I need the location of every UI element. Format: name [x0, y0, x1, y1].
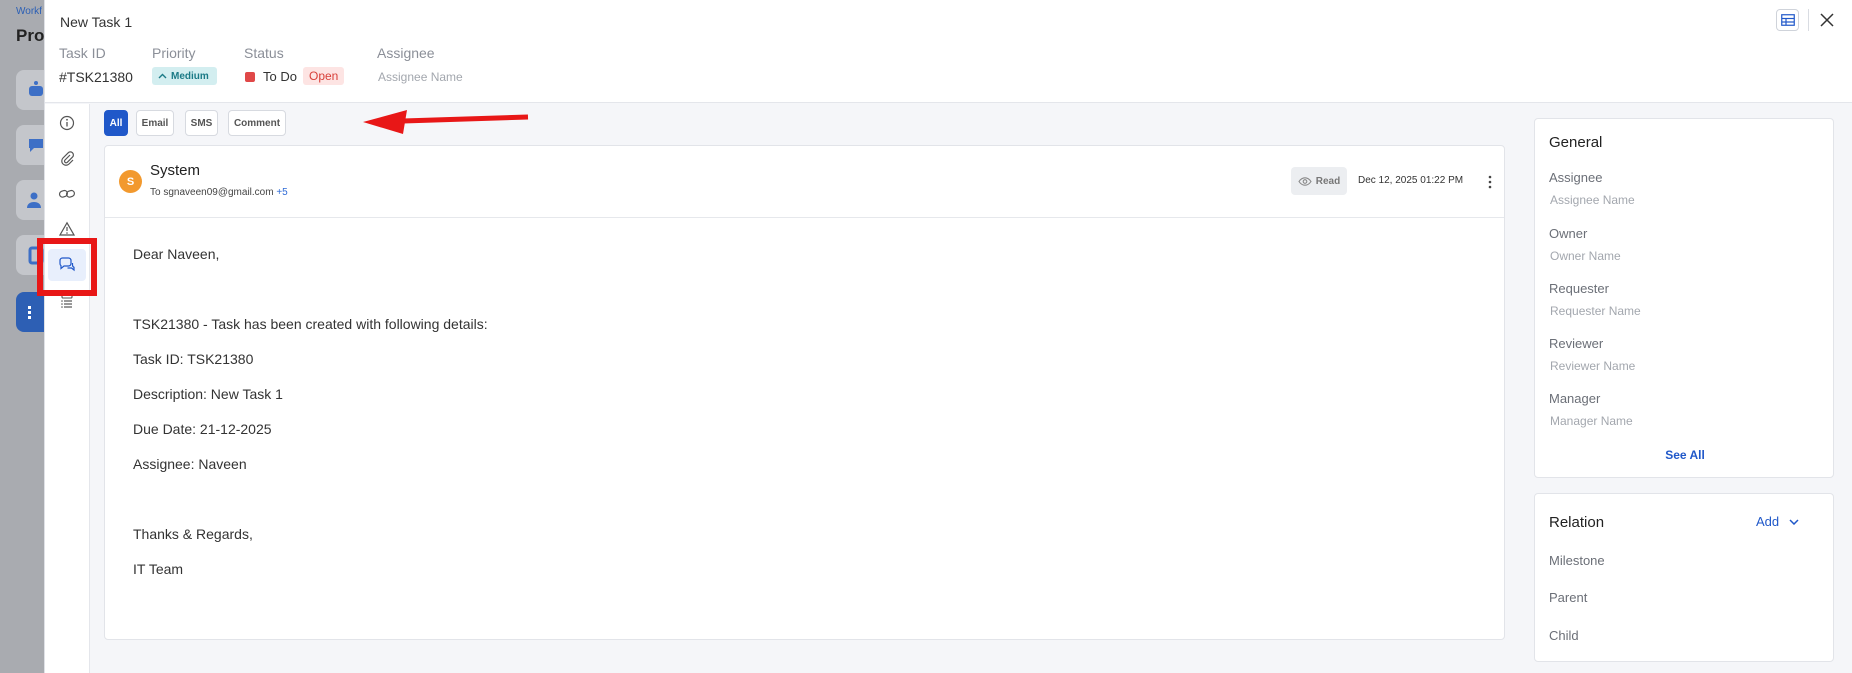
info-icon — [59, 115, 75, 131]
message-body: Dear Naveen, TSK21380 - Task has been cr… — [133, 245, 488, 595]
message-line — [133, 280, 488, 315]
background-breadcrumb: Workf — [16, 6, 42, 17]
assignee-label: Assignee — [377, 45, 435, 61]
general-requester-field[interactable]: Requester Name — [1550, 304, 1641, 318]
table-icon — [1780, 14, 1795, 26]
tab-all[interactable]: All — [104, 110, 128, 136]
message-line: Task ID: TSK21380 — [133, 351, 254, 367]
general-reviewer-label: Reviewer — [1549, 336, 1604, 351]
general-reviewer-field[interactable]: Reviewer Name — [1550, 359, 1635, 373]
relation-panel: Relation Add Milestone Parent Child — [1534, 493, 1834, 662]
background-clipboard-icon — [16, 235, 44, 275]
status-label: Status — [244, 45, 284, 61]
priority-label: Priority — [152, 45, 196, 61]
message-line: Assignee: Naveen — [133, 456, 247, 472]
rail-item-info[interactable] — [48, 107, 86, 139]
tab-email[interactable]: Email — [136, 110, 174, 136]
status-value[interactable]: To Do — [263, 69, 297, 84]
priority-badge[interactable]: Medium — [152, 67, 217, 85]
relation-parent-label: Parent — [1549, 590, 1588, 605]
close-button[interactable] — [1816, 9, 1838, 31]
message-sender: System — [150, 162, 201, 179]
see-all-link[interactable]: See All — [1535, 448, 1835, 462]
relation-child-label: Child — [1549, 628, 1579, 643]
chat-icon — [59, 257, 75, 272]
kebab-icon — [1488, 175, 1492, 189]
status-badge: Open — [303, 67, 345, 85]
message-recipients: To sgnaveen09@gmail.com +5 — [150, 187, 288, 198]
add-relation-button[interactable]: Add — [1756, 514, 1799, 529]
to-email: sgnaveen09@gmail.com — [163, 187, 274, 198]
message-menu-button[interactable] — [1485, 172, 1495, 192]
general-manager-field[interactable]: Manager Name — [1550, 414, 1633, 428]
rail-item-alerts[interactable] — [48, 213, 86, 245]
rail-item-attachments[interactable] — [48, 142, 86, 174]
general-panel: General Assignee Assignee Name Owner Own… — [1534, 118, 1834, 478]
background-list-icon — [16, 292, 44, 332]
avatar: S — [119, 170, 142, 193]
message-header: S System To sgnaveen09@gmail.com +5 Read… — [105, 146, 1504, 218]
warning-icon — [59, 221, 75, 236]
table-view-button[interactable] — [1776, 9, 1799, 31]
chevron-down-icon — [1789, 518, 1799, 525]
message-line: Description: New Task 1 — [133, 386, 283, 402]
background-users-icon — [16, 180, 44, 220]
message-line: Dear Naveen, — [133, 246, 220, 262]
general-owner-field[interactable]: Owner Name — [1550, 249, 1621, 263]
annotation-arrow-icon — [363, 110, 529, 134]
rail-item-activity[interactable] — [48, 285, 86, 317]
header-divider — [1808, 9, 1809, 31]
side-rail — [45, 104, 90, 673]
relation-title: Relation — [1549, 514, 1605, 531]
general-assignee-field[interactable]: Assignee Name — [1550, 193, 1635, 207]
assignee-field[interactable]: Assignee Name — [378, 70, 463, 84]
read-label: Read — [1315, 175, 1341, 187]
rail-item-links[interactable] — [48, 178, 86, 210]
message-card: S System To sgnaveen09@gmail.com +5 Read… — [104, 145, 1505, 640]
general-title: General — [1549, 134, 1603, 151]
message-line: TSK21380 - Task has been created with fo… — [133, 316, 488, 332]
message-line — [133, 490, 488, 525]
task-header: New Task 1 Task ID #TSK21380 Priority Me… — [45, 0, 1852, 103]
message-line: IT Team — [133, 561, 184, 577]
general-assignee-label: Assignee — [1549, 170, 1603, 185]
tab-sms[interactable]: SMS — [185, 110, 218, 136]
priority-value: Medium — [171, 70, 209, 82]
paperclip-icon — [61, 151, 74, 166]
background-chat-icon — [16, 125, 44, 165]
eye-icon — [1298, 176, 1312, 186]
background-app: Workf Proj — [0, 0, 44, 673]
message-line: Thanks & Regards, — [133, 526, 253, 542]
message-date: Dec 12, 2025 01:22 PM — [1358, 175, 1464, 186]
task-title: New Task 1 — [60, 14, 133, 30]
general-requester-label: Requester — [1549, 281, 1609, 296]
task-id-label: Task ID — [59, 45, 106, 61]
add-relation-label: Add — [1756, 514, 1780, 529]
link-icon — [58, 189, 76, 198]
to-prefix: To — [150, 187, 161, 198]
tab-comment[interactable]: Comment — [228, 110, 286, 136]
chevron-up-icon — [158, 73, 167, 79]
list-icon — [61, 294, 73, 308]
general-manager-label: Manager — [1549, 391, 1601, 406]
background-page-title: Proj — [16, 26, 44, 45]
read-status-badge: Read — [1291, 167, 1347, 195]
background-robot-icon — [16, 70, 44, 110]
task-id-value: #TSK21380 — [59, 69, 133, 85]
task-drawer: New Task 1 Task ID #TSK21380 Priority Me… — [37, 0, 1852, 673]
relation-milestone-label: Milestone — [1549, 553, 1605, 568]
status-dot — [245, 72, 255, 82]
message-line: Due Date: 21-12-2025 — [133, 421, 272, 437]
close-icon — [1820, 13, 1834, 27]
more-recipients-link[interactable]: +5 — [276, 187, 287, 198]
rail-item-conversations[interactable] — [48, 249, 86, 281]
general-owner-label: Owner — [1549, 226, 1588, 241]
